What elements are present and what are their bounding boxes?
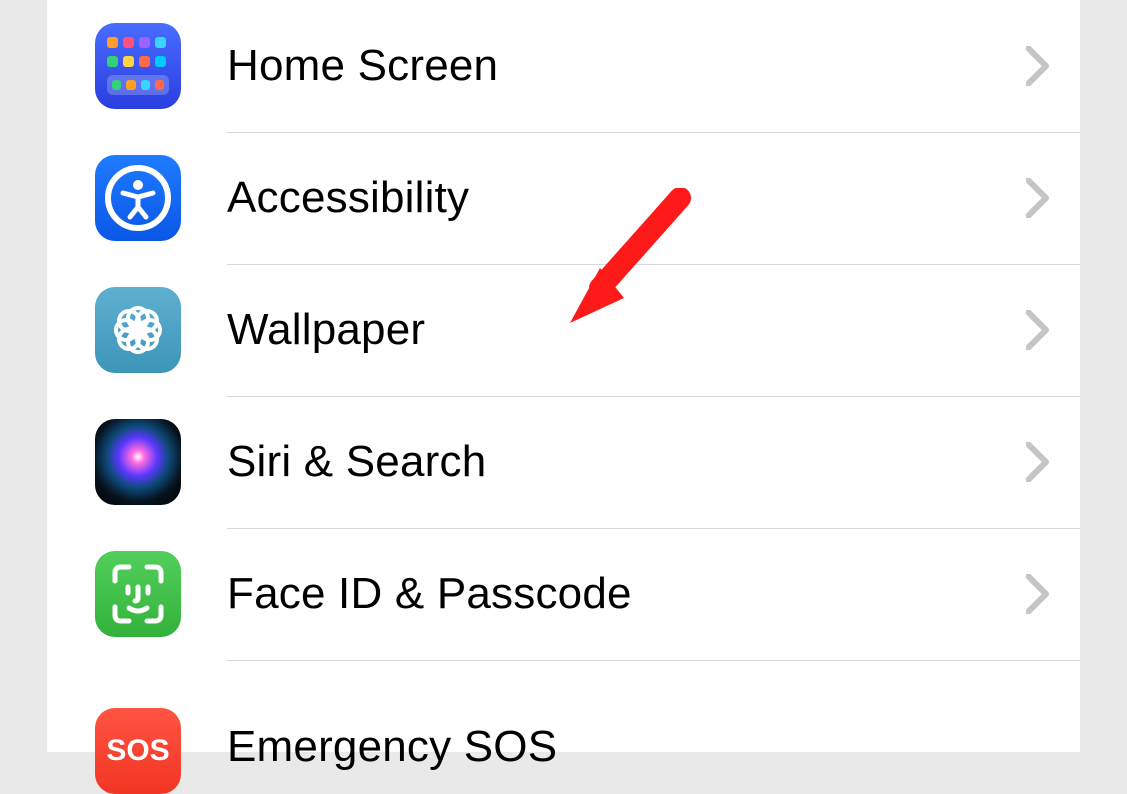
wallpaper-icon [95, 287, 181, 373]
settings-row-wallpaper[interactable]: Wallpaper [47, 264, 1080, 396]
settings-row-home-screen[interactable]: Home Screen [47, 0, 1080, 132]
chevron-right-icon [1026, 442, 1050, 482]
home-screen-icon [95, 23, 181, 109]
settings-list-viewport: Home Screen Accessibility [47, 0, 1080, 752]
face-id-icon [95, 551, 181, 637]
settings-row-label: Wallpaper [227, 305, 1026, 355]
settings-row-label: Home Screen [227, 41, 1026, 91]
settings-row-label: Siri & Search [227, 437, 1026, 487]
sos-icon-text: SOS [106, 734, 169, 768]
accessibility-icon [95, 155, 181, 241]
settings-row-siri-search[interactable]: Siri & Search [47, 396, 1080, 528]
settings-row-emergency-sos[interactable]: SOS Emergency SOS [47, 660, 1080, 754]
settings-row-face-id[interactable]: Face ID & Passcode [47, 528, 1080, 660]
chevron-right-icon [1026, 46, 1050, 86]
settings-row-accessibility[interactable]: Accessibility [47, 132, 1080, 264]
settings-list: Home Screen Accessibility [47, 0, 1080, 754]
settings-row-label: Accessibility [227, 173, 1026, 223]
siri-icon [95, 419, 181, 505]
chevron-right-icon [1026, 574, 1050, 614]
settings-row-label: Face ID & Passcode [227, 569, 1026, 619]
chevron-right-icon [1026, 310, 1050, 350]
settings-row-label: Emergency SOS [227, 722, 1026, 772]
chevron-right-icon [1026, 178, 1050, 218]
sos-icon: SOS [95, 708, 181, 794]
